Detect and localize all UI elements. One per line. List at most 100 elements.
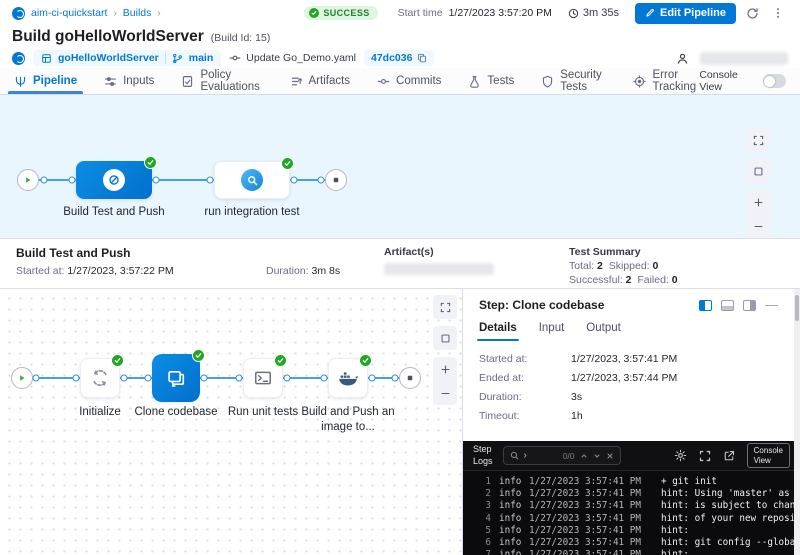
step-panel-title: Step: Clone codebase	[479, 298, 699, 312]
step-node-clone-codebase[interactable]	[152, 354, 200, 402]
build-meta-row: goHelloWorldServer main Update Go_Demo.y…	[0, 48, 800, 68]
step-label[interactable]: Build and Push an image to...	[298, 405, 398, 435]
kebab-menu-icon[interactable]	[768, 3, 788, 23]
pipeline-end-node[interactable]	[325, 169, 347, 191]
fit-to-screen-icon[interactable]	[433, 326, 457, 350]
chevron-up-icon[interactable]	[580, 452, 588, 460]
step-node-run-unit-tests[interactable]	[243, 358, 283, 398]
build-id: (Build Id: 15)	[211, 32, 271, 44]
expand-canvas-icon[interactable]	[746, 128, 770, 152]
log-timestamp: 1/27/2023 3:57:41 PM	[529, 549, 661, 555]
detail-row: Timeout:1h	[479, 410, 784, 422]
zoom-controls	[746, 190, 770, 238]
connector-port	[236, 375, 243, 382]
close-icon[interactable]	[606, 452, 614, 460]
breadcrumb-project[interactable]: aim-ci-quickstart	[31, 7, 107, 19]
detail-label: Started at:	[479, 353, 571, 365]
log-lines[interactable]: 1info1/27/2023 3:57:41 PM+ git init2info…	[463, 471, 800, 555]
step-logs-label: StepLogs	[473, 444, 493, 467]
console-view-toggle[interactable]	[763, 74, 786, 88]
log-line-number: 4	[477, 513, 491, 525]
tab-error-tracking[interactable]: Error Tracking	[633, 68, 699, 94]
console-header: StepLogs › 0/0 ConsoleView	[463, 441, 800, 471]
open-in-new-icon[interactable]	[723, 450, 735, 462]
tab-tests[interactable]: Tests	[468, 68, 514, 94]
tab-artifacts[interactable]: Artifacts	[290, 68, 351, 94]
repo-branch-pill[interactable]: goHelloWorldServer main	[33, 50, 221, 66]
minimize-panel-icon[interactable]: —	[765, 300, 778, 310]
tab-inputs[interactable]: Inputs	[104, 68, 154, 94]
zoom-in-icon[interactable]	[433, 357, 457, 381]
step-label[interactable]: Clone codebase	[126, 405, 226, 420]
step-node-build-and-push-image[interactable]	[328, 358, 368, 398]
success-check-icon	[111, 354, 124, 367]
title-bar: Build goHelloWorldServer (Build Id: 15)	[0, 26, 800, 48]
log-search-input[interactable]: › 0/0	[503, 446, 621, 465]
breadcrumb-builds[interactable]: Builds	[123, 7, 152, 19]
panel-scrollbar[interactable]	[794, 289, 800, 555]
elapsed-time: 3m 35s	[568, 7, 619, 19]
stage-label[interactable]: run integration test	[197, 205, 307, 220]
zoom-in-icon[interactable]	[746, 190, 770, 214]
error-tracking-icon	[633, 75, 646, 88]
refresh-icon[interactable]	[742, 3, 762, 23]
docker-icon	[337, 367, 359, 389]
policy-evaluations-icon	[181, 75, 194, 88]
layout-right-icon[interactable]	[743, 300, 756, 311]
artifacts-icon	[290, 75, 303, 88]
started-at-label: Started at:	[16, 265, 64, 277]
zoom-controls	[433, 357, 457, 405]
tab-label: Commits	[396, 75, 441, 87]
stage-node-run-integration-test[interactable]	[214, 161, 290, 199]
log-message: hint:	[661, 525, 689, 537]
repo-name[interactable]: goHelloWorldServer	[58, 52, 159, 64]
console-view-button[interactable]: ConsoleView	[747, 443, 790, 468]
tab-commits[interactable]: Commits	[377, 68, 441, 94]
detail-row: Ended at:1/27/2023, 3:57:44 PM	[479, 372, 784, 384]
log-message: hint: of your new repositories, which w	[661, 513, 800, 525]
stage-start-node[interactable]	[11, 367, 33, 389]
log-level: info	[499, 537, 529, 549]
expand-canvas-icon[interactable]	[433, 295, 457, 319]
chevron-down-icon[interactable]	[593, 452, 601, 460]
commit-message[interactable]: Update Go_Demo.yaml	[229, 52, 356, 64]
log-line: 5info1/27/2023 3:57:41 PMhint:	[477, 525, 800, 537]
log-line: 7info1/27/2023 3:57:41 PMhint:	[477, 549, 800, 555]
log-line-number: 1	[477, 476, 491, 488]
connector-port	[207, 177, 214, 184]
tab-pipeline[interactable]: Pipeline	[14, 68, 77, 94]
tab-policy-evaluations[interactable]: Policy Evaluations	[181, 68, 262, 94]
log-line: 2info1/27/2023 3:57:41 PMhint: Using 'ma…	[477, 488, 800, 500]
stage-end-node[interactable]	[399, 367, 421, 389]
zoom-out-icon[interactable]	[433, 381, 457, 405]
panel-tab-details[interactable]: Details	[479, 322, 517, 341]
panel-tab-output[interactable]: Output	[586, 322, 621, 341]
fit-to-screen-icon[interactable]	[746, 159, 770, 183]
breadcrumb-chevron-icon: ›	[113, 8, 116, 19]
tab-security-tests[interactable]: Security Tests	[541, 68, 606, 94]
terminal-icon	[253, 368, 273, 388]
tab-label: Policy Evaluations	[200, 69, 262, 93]
fullscreen-icon[interactable]	[699, 450, 711, 462]
page-title: Build goHelloWorldServer	[12, 28, 204, 46]
copy-icon[interactable]	[417, 53, 427, 63]
commit-sha-pill[interactable]: 47dc036	[364, 50, 434, 66]
log-message: hint: git config --global init.defaul	[661, 537, 800, 549]
layout-bottom-icon[interactable]	[721, 300, 734, 311]
pipeline-start-node[interactable]	[17, 169, 39, 191]
detail-value: 1/27/2023, 3:57:41 PM	[571, 353, 677, 365]
tab-label: Artifacts	[309, 75, 351, 87]
stage-node-build-test-and-push[interactable]	[76, 161, 152, 199]
connector-port	[153, 177, 160, 184]
step-node-initialize[interactable]	[80, 358, 120, 398]
log-level: info	[499, 488, 529, 500]
stage-label[interactable]: Build Test and Push	[59, 205, 169, 220]
edit-pipeline-button[interactable]: Edit Pipeline	[635, 3, 736, 24]
status-badge: SUCCESS	[304, 6, 377, 20]
layout-split-left-icon[interactable]	[699, 300, 712, 311]
branch-name[interactable]: main	[189, 52, 214, 64]
panel-tab-input[interactable]: Input	[539, 322, 565, 341]
log-timestamp: 1/27/2023 3:57:41 PM	[529, 500, 661, 512]
settings-gear-icon[interactable]	[674, 449, 687, 462]
zoom-out-icon[interactable]	[746, 214, 770, 238]
